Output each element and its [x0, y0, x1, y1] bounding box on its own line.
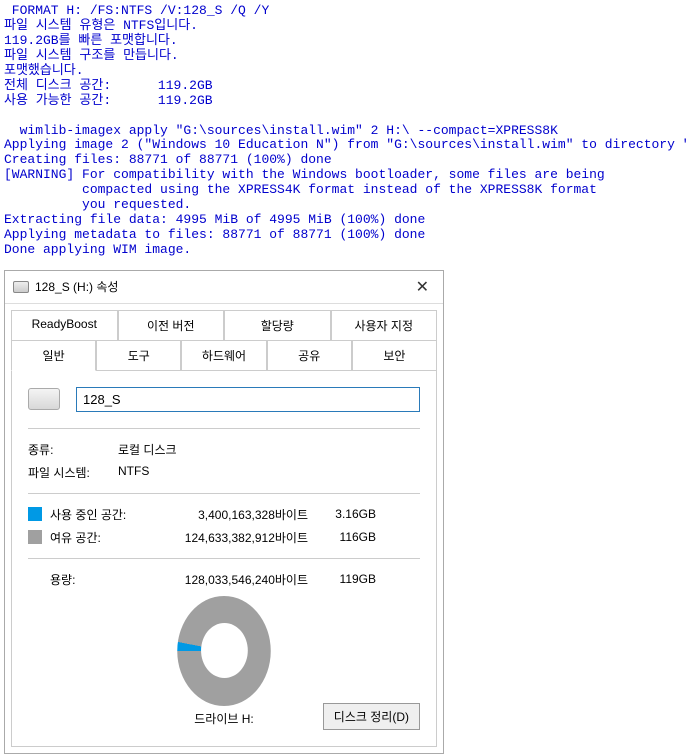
- volume-name-input[interactable]: [76, 387, 420, 412]
- used-gb: 3.16GB: [316, 507, 376, 521]
- close-button[interactable]: ✕: [410, 277, 435, 297]
- tab-customize[interactable]: 사용자 지정: [331, 310, 438, 340]
- tabs-row-top: ReadyBoost 이전 버전 할당량 사용자 지정: [5, 304, 443, 340]
- tab-content: 종류: 로컬 디스크 파일 시스템: NTFS 사용 중인 공간: 3,400,…: [11, 370, 437, 747]
- console-output: FORMAT H: /FS:NTFS /V:128_S /Q /Y 파일 시스템…: [0, 0, 687, 262]
- tab-readyboost[interactable]: ReadyBoost: [11, 310, 118, 340]
- tab-general[interactable]: 일반: [11, 340, 96, 371]
- used-bytes: 3,400,163,328바이트: [158, 506, 308, 523]
- drive-icon: [13, 281, 29, 293]
- free-bytes: 124,633,382,912바이트: [158, 529, 308, 546]
- usage-donut-chart: [177, 596, 271, 706]
- free-gb: 116GB: [316, 530, 376, 544]
- filesystem-label: 파일 시스템:: [28, 464, 118, 481]
- free-swatch: [28, 530, 42, 544]
- properties-dialog: 128_S (H:) 속성 ✕ ReadyBoost 이전 버전 할당량 사용자…: [4, 270, 444, 754]
- capacity-bytes: 128,033,546,240바이트: [158, 571, 308, 588]
- tab-tools[interactable]: 도구: [96, 340, 181, 371]
- filesystem-value: NTFS: [118, 464, 149, 481]
- tab-previous-versions[interactable]: 이전 버전: [118, 310, 225, 340]
- type-label: 종류:: [28, 441, 118, 458]
- tab-sharing[interactable]: 공유: [267, 340, 352, 371]
- disk-cleanup-button[interactable]: 디스크 정리(D): [323, 703, 420, 730]
- divider: [28, 493, 420, 494]
- type-value: 로컬 디스크: [118, 441, 177, 458]
- capacity-label: 용량:: [50, 571, 150, 588]
- capacity-gb: 119GB: [316, 572, 376, 586]
- drive-label: 드라이브 H:: [194, 710, 254, 727]
- free-label: 여유 공간:: [50, 529, 150, 546]
- tab-hardware[interactable]: 하드웨어: [181, 340, 266, 371]
- used-label: 사용 중인 공간:: [50, 506, 150, 523]
- used-swatch: [28, 507, 42, 521]
- tab-security[interactable]: 보안: [352, 340, 437, 371]
- tab-quota[interactable]: 할당량: [224, 310, 331, 340]
- tabs-row-bottom: 일반 도구 하드웨어 공유 보안: [5, 340, 443, 371]
- title-bar: 128_S (H:) 속성 ✕: [5, 271, 443, 304]
- divider: [28, 428, 420, 429]
- divider: [28, 558, 420, 559]
- drive-icon-large: [28, 388, 60, 410]
- dialog-title: 128_S (H:) 속성: [35, 278, 410, 295]
